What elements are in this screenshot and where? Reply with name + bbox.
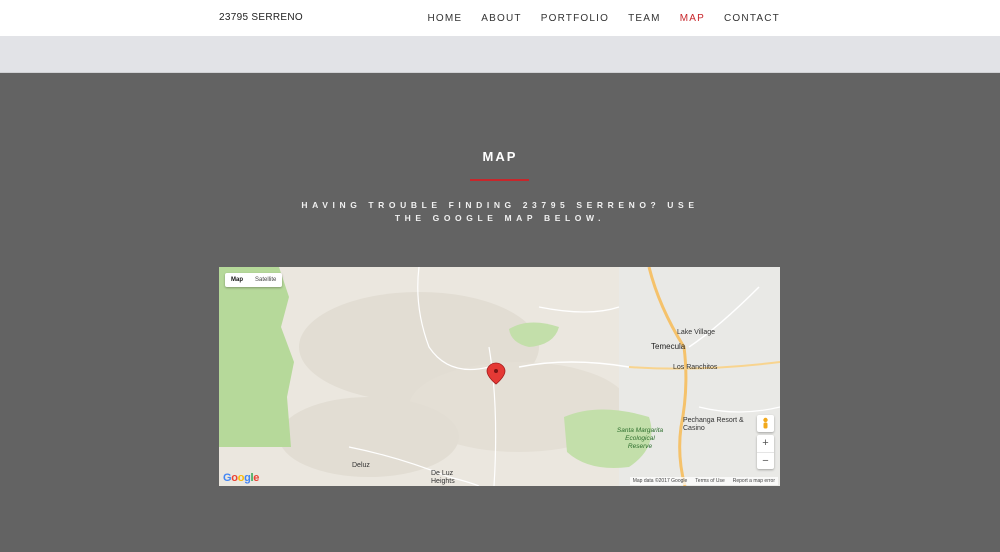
navbar: 23795 SERRENO HOME ABOUT PORTFOLIO TEAM … bbox=[0, 0, 1000, 36]
map-type-map[interactable]: Map bbox=[225, 273, 249, 287]
pegman-icon bbox=[763, 417, 768, 429]
zoom-control: + − bbox=[757, 435, 774, 469]
label-temecula: Temecula bbox=[651, 342, 686, 351]
zoom-out-button[interactable]: − bbox=[757, 452, 774, 469]
label-de-luz-heights: De Luz Heights bbox=[431, 470, 455, 485]
map-data-credit: Map data ©2017 Google bbox=[632, 478, 688, 484]
header-strip bbox=[0, 36, 1000, 73]
main-nav: HOME ABOUT PORTFOLIO TEAM MAP CONTACT bbox=[408, 13, 780, 24]
map-tiles bbox=[219, 267, 780, 486]
nav-about[interactable]: ABOUT bbox=[481, 13, 521, 24]
map-type-control: Map Satellite bbox=[225, 273, 283, 287]
zoom-in-button[interactable]: + bbox=[757, 435, 774, 452]
label-santa-margarita: Santa Margarita Ecological Reserve bbox=[616, 427, 664, 450]
label-pechanga: Pechanga Resort & Casino bbox=[683, 417, 744, 432]
section-title: MAP bbox=[482, 149, 518, 164]
street-view-pegman-icon[interactable] bbox=[757, 415, 774, 432]
map-type-satellite[interactable]: Satellite bbox=[249, 273, 282, 287]
report-map-error-link[interactable]: Report a map error bbox=[733, 478, 775, 484]
brand-logo[interactable]: 23795 SERRENO bbox=[219, 12, 303, 23]
terms-of-use-link[interactable]: Terms of Use bbox=[695, 478, 724, 484]
title-underline bbox=[470, 179, 529, 181]
label-deluz: Deluz bbox=[352, 462, 370, 469]
nav-contact[interactable]: CONTACT bbox=[724, 13, 780, 24]
map-section: MAP HAVING TROUBLE FINDING 23795 SERRENO… bbox=[0, 73, 1000, 552]
nav-home[interactable]: HOME bbox=[427, 13, 462, 24]
nav-map[interactable]: MAP bbox=[680, 13, 705, 24]
google-logo: Google bbox=[223, 472, 260, 484]
nav-portfolio[interactable]: PORTFOLIO bbox=[541, 13, 609, 24]
nav-team[interactable]: TEAM bbox=[628, 13, 661, 24]
label-los-ranchitos: Los Ranchitos bbox=[673, 364, 718, 371]
section-subtitle: HAVING TROUBLE FINDING 23795 SERRENO? US… bbox=[301, 200, 699, 223]
label-lake-village: Lake Village bbox=[677, 329, 716, 336]
google-map[interactable]: Map Satellite Temecula Lake Village Los … bbox=[219, 267, 780, 486]
map-attribution: Map data ©2017 Google Terms of Use Repor… bbox=[629, 477, 778, 485]
